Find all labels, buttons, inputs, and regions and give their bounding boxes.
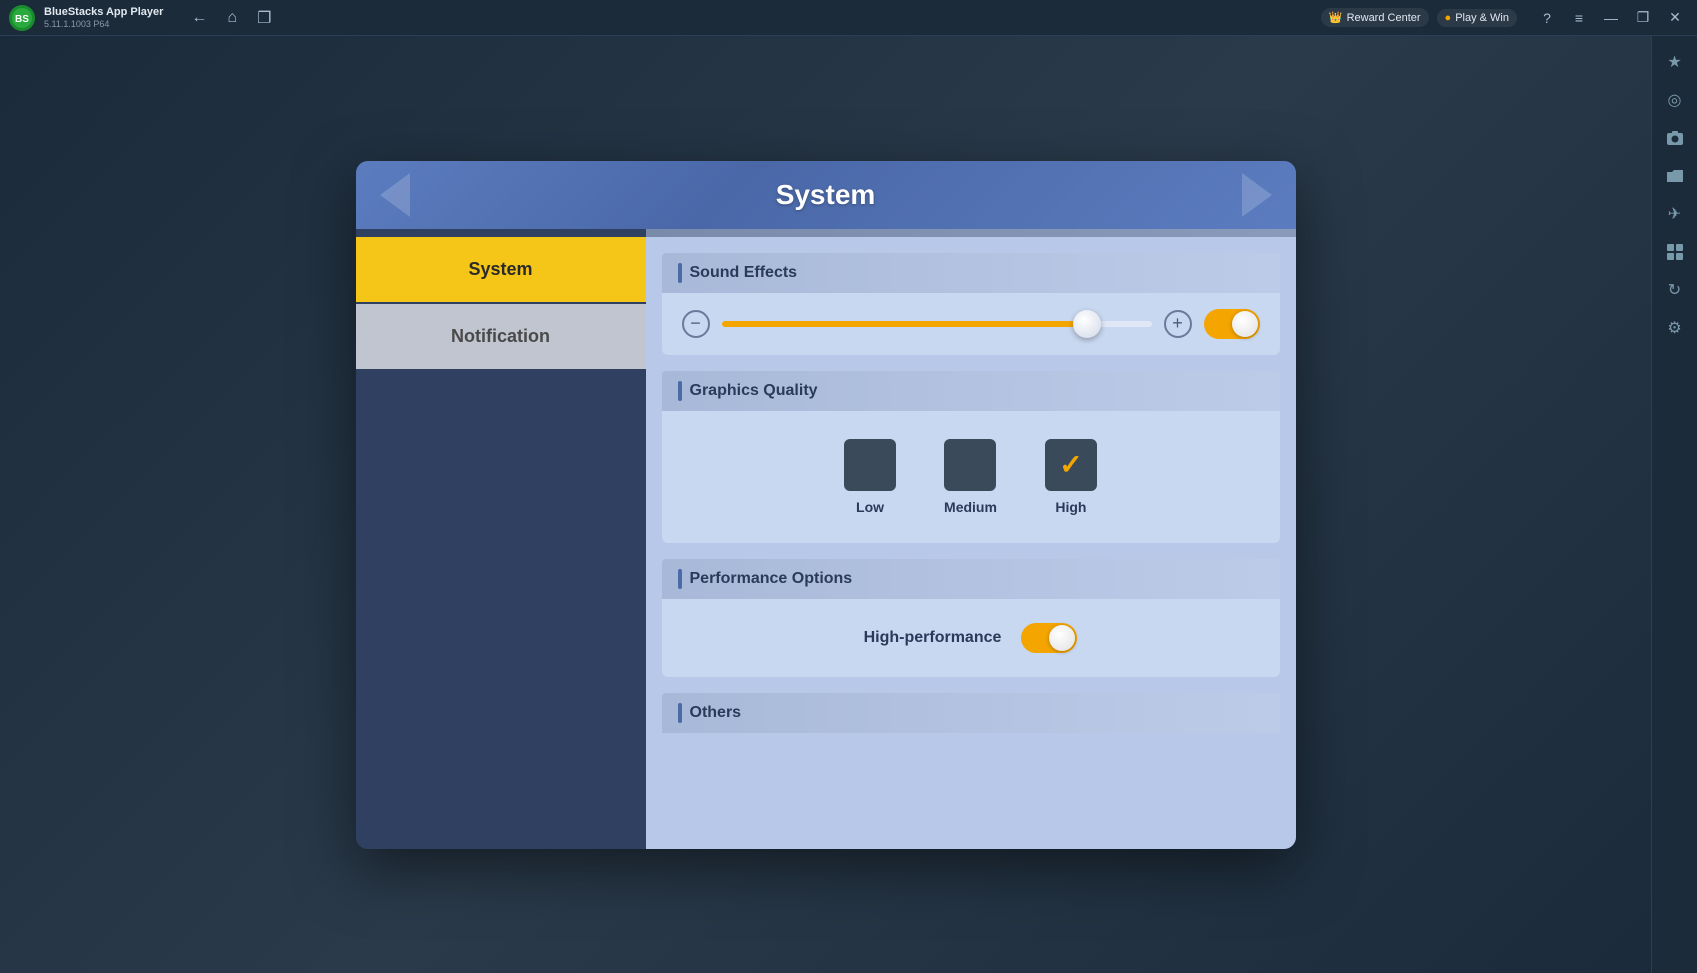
slider-thumb[interactable] (1073, 310, 1101, 338)
menu-button[interactable]: ≡ (1565, 4, 1593, 32)
back-button[interactable]: ← (187, 5, 211, 31)
content-inner: Sound Effects − (646, 237, 1296, 749)
dialog-body: System Notification Sound Effects (356, 229, 1296, 849)
left-nav: System Notification (356, 229, 646, 849)
volume-slider[interactable] (722, 310, 1152, 338)
graphics-quality-section: Graphics Quality Low (662, 371, 1280, 543)
section-accent-sound (678, 263, 682, 283)
sound-effects-title: Sound Effects (690, 264, 798, 282)
performance-toggle[interactable] (1021, 623, 1077, 653)
svg-text:BS: BS (15, 14, 29, 25)
crown-icon: 👑 (1329, 11, 1343, 24)
sound-row: − + (682, 309, 1260, 339)
topbar-left: BS BlueStacks App Player 5.11.1.1003 P64… (0, 4, 275, 32)
volume-increase-button[interactable]: + (1164, 310, 1192, 338)
close-button[interactable]: ✕ (1661, 4, 1689, 32)
app-logo: BS (8, 4, 36, 32)
quality-box-medium (944, 439, 996, 491)
home-button[interactable]: ⌂ (223, 5, 241, 31)
others-header: Others (662, 693, 1280, 733)
others-title: Others (690, 704, 742, 722)
sound-effects-section: Sound Effects − (662, 253, 1280, 355)
quality-option-low[interactable]: Low (844, 439, 896, 515)
performance-options-content: High-performance (662, 599, 1280, 677)
topbar-right: 👑 Reward Center ● Play & Win ? ≡ — ❐ ✕ (1321, 4, 1697, 32)
sound-effects-content: − + (662, 293, 1280, 355)
copy-button[interactable]: ❐ (253, 4, 275, 32)
graphics-quality-header: Graphics Quality (662, 371, 1280, 411)
slider-fill (722, 321, 1088, 327)
reward-center-label: Reward Center (1347, 12, 1421, 24)
quality-option-medium[interactable]: Medium (944, 439, 997, 515)
section-accent-others (678, 703, 682, 723)
performance-options-section: Performance Options High-performance (662, 559, 1280, 677)
play-win-button[interactable]: ● Play & Win (1437, 9, 1517, 27)
sidebar-icon-star[interactable]: ★ (1657, 44, 1693, 80)
performance-row: High-performance (682, 615, 1260, 661)
sidebar-icon-refresh[interactable]: ↻ (1657, 272, 1693, 308)
graphics-quality-content: Low Medium (662, 411, 1280, 543)
restore-button[interactable]: ❐ (1629, 4, 1657, 32)
sidebar-icon-folder[interactable] (1657, 158, 1693, 194)
performance-options-title: Performance Options (690, 570, 853, 588)
app-version: 5.11.1.1003 P64 (44, 19, 163, 29)
performance-toggle-knob (1049, 625, 1075, 651)
right-sidebar: ★ ◎ ✈ ↻ ⚙ (1651, 36, 1697, 973)
graphics-options: Low Medium (682, 427, 1260, 527)
play-win-label: Play & Win (1455, 12, 1509, 24)
sidebar-icon-circle[interactable]: ◎ (1657, 82, 1693, 118)
sound-toggle-knob (1232, 311, 1258, 337)
others-section: Others (662, 693, 1280, 733)
checkmark-icon: ✓ (1059, 448, 1082, 481)
performance-options-header: Performance Options (662, 559, 1280, 599)
quality-label-high: High (1055, 499, 1086, 515)
dialog-title: System (776, 179, 876, 211)
sidebar-icon-camera[interactable] (1657, 120, 1693, 156)
sidebar-icon-settings[interactable]: ⚙ (1657, 310, 1693, 346)
quality-option-high[interactable]: ✓ High (1045, 439, 1097, 515)
high-performance-label: High-performance (864, 629, 1002, 647)
dialog-header: System (356, 161, 1296, 229)
sound-effects-header: Sound Effects (662, 253, 1280, 293)
top-separator (646, 229, 1296, 237)
content-area[interactable]: Sound Effects − (646, 229, 1296, 849)
topbar-ctrl-btns: ? ≡ — ❐ ✕ (1533, 4, 1689, 32)
sidebar-icon-plane[interactable]: ✈ (1657, 196, 1693, 232)
reward-center-button[interactable]: 👑 Reward Center (1321, 8, 1429, 27)
nav-item-system[interactable]: System (356, 237, 646, 302)
nav-item-notification[interactable]: Notification (356, 304, 646, 369)
sound-toggle[interactable] (1204, 309, 1260, 339)
main-area: System System Notification (0, 36, 1651, 973)
header-deco-left (380, 173, 410, 217)
circle-icon: ● (1445, 12, 1452, 24)
quality-label-medium: Medium (944, 499, 997, 515)
app-info: BlueStacks App Player 5.11.1.1003 P64 (44, 6, 163, 29)
topbar-nav: ← ⌂ ❐ (187, 4, 275, 32)
system-dialog: System System Notification (356, 161, 1296, 849)
minimize-button[interactable]: — (1597, 4, 1625, 32)
topbar: BS BlueStacks App Player 5.11.1.1003 P64… (0, 0, 1697, 36)
header-deco-right (1242, 173, 1272, 217)
quality-box-high: ✓ (1045, 439, 1097, 491)
volume-decrease-button[interactable]: − (682, 310, 710, 338)
quality-label-low: Low (856, 499, 884, 515)
section-accent-graphics (678, 381, 682, 401)
quality-box-low (844, 439, 896, 491)
sidebar-icon-apps[interactable] (1657, 234, 1693, 270)
help-button[interactable]: ? (1533, 4, 1561, 32)
app-name: BlueStacks App Player (44, 6, 163, 19)
slider-track (722, 321, 1152, 327)
graphics-quality-title: Graphics Quality (690, 382, 818, 400)
section-accent-performance (678, 569, 682, 589)
